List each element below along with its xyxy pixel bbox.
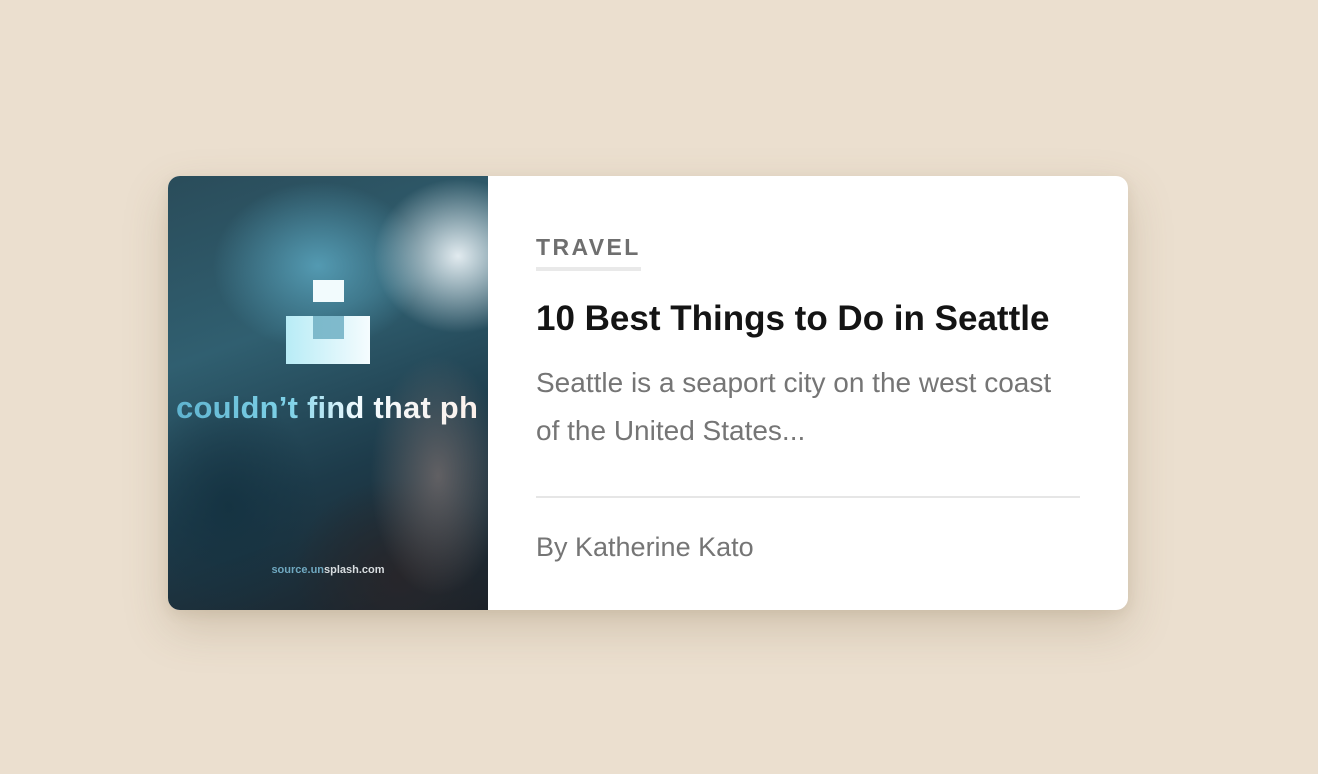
card-image: couldn’t find that ph source.unsplash.co… xyxy=(168,176,488,610)
article-card[interactable]: couldn’t find that ph source.unsplash.co… xyxy=(168,176,1128,610)
image-source-caption: source.unsplash.com xyxy=(168,564,488,576)
category-label[interactable]: TRAVEL xyxy=(536,234,641,271)
article-excerpt: Seattle is a seaport city on the west co… xyxy=(536,367,1052,447)
card-content: TRAVEL 10 Best Things to Do in Seattle S… xyxy=(488,176,1128,610)
image-placeholder-text: couldn’t find that ph xyxy=(176,390,479,425)
image-source-suffix: splash.com xyxy=(324,564,385,576)
image-source-prefix: source.un xyxy=(271,564,325,576)
author-byline: By Katherine Kato xyxy=(536,532,754,562)
divider xyxy=(536,496,1080,498)
unsplash-logo-icon xyxy=(286,280,370,364)
article-title[interactable]: 10 Best Things to Do in Seattle xyxy=(536,299,1080,339)
